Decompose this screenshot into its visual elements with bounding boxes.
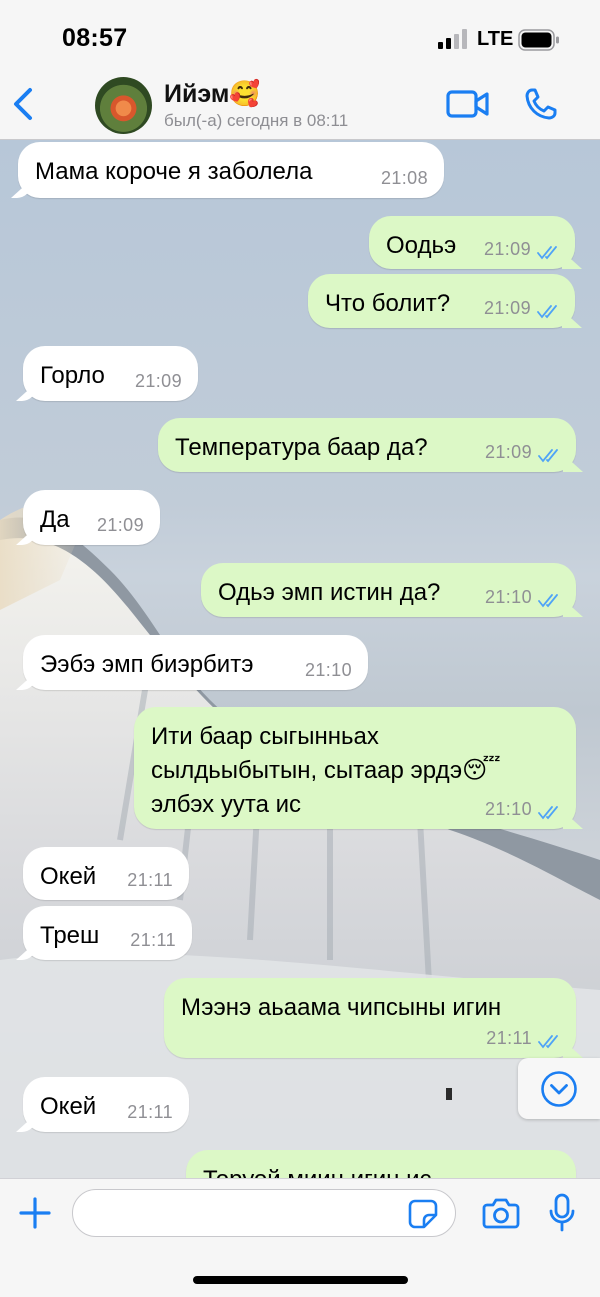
double-check-icon [538,806,558,820]
message-list[interactable]: Мама короче я заболела 21:08 Оодьэ 21:09… [0,140,600,1178]
battery-icon [518,29,559,51]
video-camera-icon[interactable] [446,88,490,120]
message-bubble-outgoing[interactable]: Температура баар да? 21:09 [158,418,576,472]
camera-icon[interactable] [482,1196,520,1230]
message-time: 21:11 [127,1102,173,1122]
scroll-to-bottom-button[interactable] [518,1058,600,1119]
double-check-icon [538,1035,558,1049]
message-text: Мээнэ аьаама чипсыны игин [181,994,502,1021]
message-text: Ээбэ эмп биэрбитэ [40,651,254,678]
last-seen-status: был(-а) сегодня в 08:11 [164,111,349,130]
message-time: 21:09 [484,442,532,462]
double-check-icon [537,246,557,260]
double-check-icon [538,449,558,463]
message-text: Треш [40,922,100,949]
message-time: 21:11 [486,1028,532,1048]
message-text: Что болит? [325,290,451,317]
message-bubble-incoming[interactable]: Треш 21:11 [23,906,192,960]
message-time: 21:09 [483,298,531,318]
message-bubble-incoming[interactable]: Да 21:09 [23,490,160,545]
message-bubble-incoming[interactable]: Окей 21:11 [23,1077,189,1132]
message-text: Торуой миин игин ис [203,1166,431,1178]
message-time: 21:10 [484,799,532,819]
message-bubble-outgoing[interactable]: Оодьэ 21:09 [369,216,575,269]
message-bubble-outgoing[interactable]: Одьэ эмп истин да? 21:10 [201,563,576,617]
message-text: Окей [40,1093,97,1120]
message-text: Одьэ эмп истин да? [218,579,441,606]
message-time: 21:09 [483,239,531,259]
cellular-signal-icon [438,29,470,49]
network-type: LTE [477,28,514,50]
message-text: Горло [40,362,105,389]
message-bubble-outgoing[interactable]: Торуой миин игин ис [186,1150,576,1178]
message-bubble-incoming[interactable]: Ээбэ эмп биэрбитэ 21:10 [23,635,368,690]
avatar[interactable] [95,77,152,134]
message-text: Да [40,506,70,533]
message-bubble-incoming[interactable]: Мама короче я заболела 21:08 [18,142,444,198]
message-time: 21:09 [134,371,182,391]
chevron-down-circle-icon [541,1071,577,1107]
microphone-icon[interactable] [548,1193,576,1233]
message-time: 21:10 [304,660,352,680]
message-text: Мама короче я заболела [35,158,313,185]
double-check-icon [537,305,557,319]
contact-name[interactable]: Ийэм🥰 [164,80,260,109]
message-bubble-outgoing[interactable]: Мээнэ аьаама чипсыны игин 21:11 [164,978,576,1058]
phone-icon[interactable] [524,87,558,121]
message-time: 21:10 [484,587,532,607]
message-bubble-outgoing[interactable]: Ити баар сыгынньах сылдьыбытын, сытаар э… [134,707,576,829]
message-time: 21:11 [127,870,173,890]
message-time: 21:11 [130,930,176,950]
message-bubble-incoming[interactable]: Горло 21:09 [23,346,198,401]
double-check-icon [538,594,558,608]
message-text: Окей [40,863,97,890]
chat-header: 08:57 LTE Ийэм🥰 был(-а) сегодня в 08:11 [0,0,600,140]
message-bubble-incoming[interactable]: Окей 21:11 [23,847,189,900]
message-bubble-outgoing[interactable]: Что болит? 21:09 [308,274,575,328]
message-time: 21:08 [380,168,428,188]
message-text: Оодьэ [386,232,457,259]
sticker-icon[interactable] [408,1199,438,1229]
home-indicator [193,1276,408,1284]
chevron-left-icon[interactable] [8,82,40,126]
message-input[interactable] [72,1189,456,1237]
plus-icon[interactable] [18,1196,52,1230]
message-text: Температура баар да? [175,434,428,461]
status-time: 08:57 [62,24,128,52]
message-time: 21:09 [96,515,144,535]
